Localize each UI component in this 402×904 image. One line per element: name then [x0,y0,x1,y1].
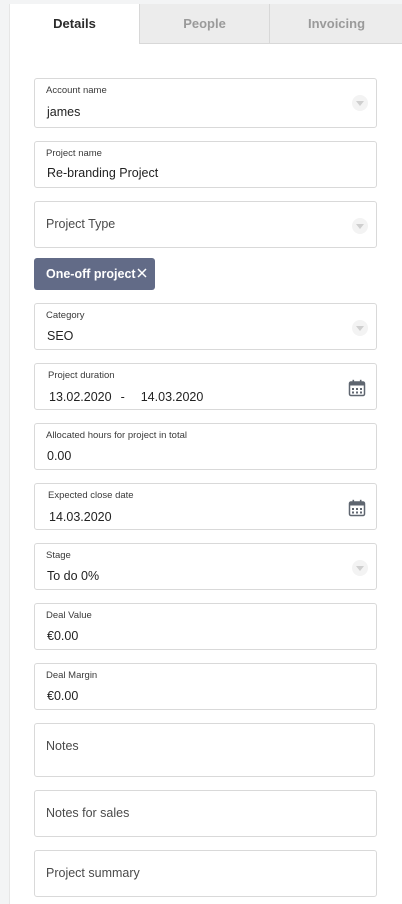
project-details-panel: Details People Invoicing Account name ja… [9,4,402,904]
stage-select[interactable]: Stage To do 0% [34,543,377,590]
close-icon[interactable] [136,267,148,279]
project-duration-field[interactable]: Project duration 13.02.2020 - 14.03.2020 [34,363,377,410]
tab-details[interactable]: Details [10,4,139,44]
deal-value-field[interactable]: Deal Value €0.00 [34,603,377,650]
project-type-select[interactable]: Project Type [34,201,377,248]
project-summary-textarea[interactable]: Project summary [34,850,377,897]
expected-close-date-label: Expected close date [48,490,134,501]
project-name-value[interactable]: Re-branding Project [47,166,158,180]
calendar-icon[interactable] [348,499,366,517]
account-name-value: james [47,105,81,119]
allocated-hours-field[interactable]: Allocated hours for project in total 0.0… [34,423,377,470]
allocated-hours-value[interactable]: 0.00 [47,449,71,463]
account-name-select[interactable]: Account name james [34,78,377,128]
project-name-field[interactable]: Project name Re-branding Project [34,141,377,188]
calendar-icon[interactable] [348,379,366,397]
chevron-down-icon[interactable] [352,560,368,576]
account-name-label: Account name [46,85,107,96]
category-value: SEO [47,329,74,343]
duration-end-date[interactable]: 14.03.2020 [141,390,204,404]
project-summary-placeholder: Project summary [46,866,140,880]
notes-for-sales-textarea[interactable]: Notes for sales [34,790,377,837]
tab-invoicing[interactable]: Invoicing [269,4,402,44]
duration-separator: - [120,390,125,404]
project-type-chip: One-off project [34,258,155,290]
deal-margin-label: Deal Margin [46,670,98,681]
stage-label: Stage [46,550,71,561]
notes-textarea[interactable]: Notes [34,723,375,777]
expected-close-date-value[interactable]: 14.03.2020 [49,510,112,524]
category-select[interactable]: Category SEO [34,303,377,350]
chevron-down-icon[interactable] [352,320,368,336]
deal-margin-value[interactable]: €0.00 [47,689,78,703]
notes-placeholder: Notes [46,739,79,753]
project-type-placeholder: Project Type [46,217,116,231]
category-label: Category [46,310,85,321]
deal-value-label: Deal Value [46,610,92,621]
chevron-down-icon[interactable] [352,218,368,234]
date-range: 13.02.2020 - 14.03.2020 [49,390,203,404]
project-type-chip-label: One-off project [46,267,136,281]
allocated-hours-label: Allocated hours for project in total [46,430,187,441]
notes-for-sales-placeholder: Notes for sales [46,806,130,820]
project-duration-label: Project duration [48,370,115,381]
tab-bar: Details People Invoicing [10,4,402,44]
deal-margin-field[interactable]: Deal Margin €0.00 [34,663,377,710]
expected-close-date-field[interactable]: Expected close date 14.03.2020 [34,483,377,530]
duration-start-date[interactable]: 13.02.2020 [49,390,112,404]
stage-value: To do 0% [47,569,100,583]
chevron-down-icon[interactable] [352,95,368,111]
project-name-label: Project name [46,148,102,159]
deal-value-value[interactable]: €0.00 [47,629,78,643]
tab-people[interactable]: People [139,4,269,44]
